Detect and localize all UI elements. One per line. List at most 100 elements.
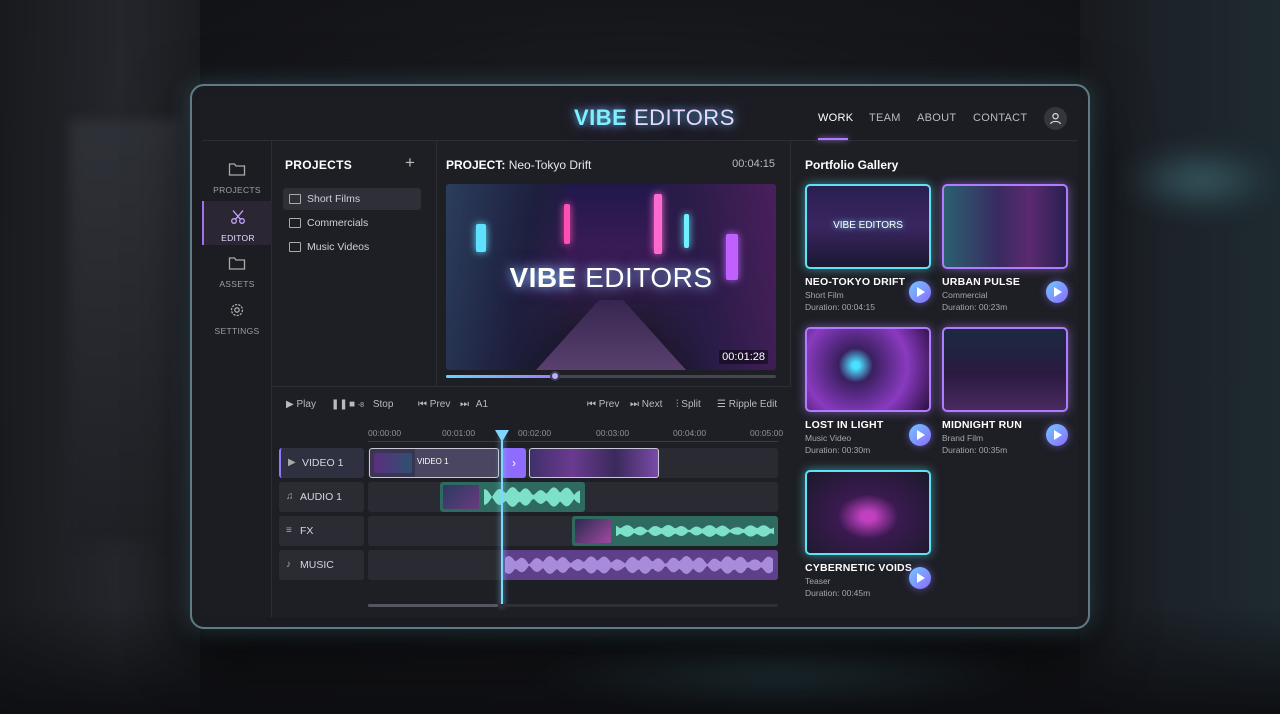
card-play-button[interactable] — [909, 281, 931, 303]
skip-back-icon: ⏮ — [418, 399, 427, 410]
skip-forward-icon: ⏭ — [630, 399, 639, 410]
stop-button[interactable]: ■ -8 Stop — [349, 399, 393, 410]
prev-button[interactable]: ⏮ Prev — [418, 399, 450, 410]
card-duration: Duration: 00:23m — [942, 302, 1008, 312]
card-thumbnail[interactable] — [805, 470, 931, 555]
card-duration: Duration: 00:45m — [805, 588, 871, 598]
project-item-label: Music Videos — [307, 241, 370, 253]
rail-label: EDITOR — [221, 233, 255, 243]
fx-waveform — [616, 525, 774, 537]
ruler-line — [368, 441, 778, 442]
play-button[interactable]: ▶ Play — [286, 399, 316, 410]
prev-clip-label: Prev — [598, 399, 620, 410]
ruler-tick-label: 00:00:00 — [368, 428, 402, 438]
track-label-audio-1[interactable]: ♫ AUDIO 1 — [279, 482, 364, 512]
audio-clip[interactable] — [440, 482, 585, 512]
user-icon — [1050, 112, 1061, 125]
card-thumbnail[interactable]: VIBE EDITORS — [805, 184, 931, 269]
user-avatar[interactable] — [1044, 107, 1067, 130]
card-play-button[interactable] — [909, 424, 931, 446]
top-bar: VIBE EDITORS WORK TEAM ABOUT CONTACT — [202, 96, 1078, 141]
ripple-edit-button[interactable]: ☰ Ripple Edit — [717, 399, 777, 410]
project-item-commercials[interactable]: Commercials — [283, 212, 421, 234]
brand-light: EDITORS — [633, 105, 735, 130]
project-item-short-films[interactable]: Short Films — [283, 188, 421, 210]
rail-label: SETTINGS — [214, 326, 260, 336]
next-clip-button[interactable]: ⏭ Next — [630, 399, 662, 410]
rail-item-editor[interactable]: EDITOR — [202, 201, 272, 245]
play-icon: ▶ — [286, 399, 294, 410]
rail-item-settings[interactable]: SETTINGS — [202, 294, 272, 338]
play-icon — [917, 573, 925, 583]
card-play-button[interactable] — [1046, 424, 1068, 446]
overlay-light: EDITORS — [585, 262, 713, 293]
next-clip-label: Next — [641, 399, 663, 410]
card-play-button[interactable] — [1046, 281, 1068, 303]
pause-button[interactable]: ❚❚ — [331, 399, 348, 410]
card-thumbnail[interactable] — [942, 327, 1068, 412]
card-thumbnail[interactable] — [805, 327, 931, 412]
card-thumbnail[interactable] — [942, 184, 1068, 269]
play-icon — [917, 287, 925, 297]
stop-num: -8 — [357, 402, 365, 409]
folder-icon — [289, 242, 301, 252]
rail-label: PROJECTS — [213, 185, 261, 195]
video-overlay-title: VIBE EDITORS — [446, 262, 776, 294]
music-clip[interactable] — [501, 550, 778, 580]
skip-back-icon: ⏮ — [587, 399, 596, 410]
gallery-card-urban-pulse[interactable]: URBAN PULSE Commercial Duration: 00:23m — [942, 184, 1068, 312]
app-screen: VIBE EDITORS WORK TEAM ABOUT CONTACT PRO… — [202, 96, 1078, 617]
gallery-title: Portfolio Gallery — [805, 158, 899, 172]
folder-icon — [289, 194, 301, 204]
timeline-scrollbar[interactable] — [368, 604, 778, 607]
music-waveform — [505, 556, 773, 574]
prev-label: Prev — [429, 399, 451, 410]
nav-active-indicator — [818, 138, 848, 140]
play-icon: ▶ — [288, 457, 296, 468]
projects-title: PROJECTS — [285, 158, 353, 172]
thumb-overlay-text: VIBE EDITORS — [833, 220, 903, 231]
track-label-fx[interactable]: ≡ FX — [279, 516, 364, 546]
split-button[interactable]: ⫶ Split — [676, 399, 701, 410]
add-project-button[interactable]: + — [405, 153, 415, 173]
video-clip[interactable]: VIDEO 1 — [369, 448, 499, 478]
gallery-card-lost-in-light[interactable]: LOST IN LIGHT Music Video Duration: 00:3… — [805, 327, 931, 455]
video-scrubber[interactable] — [446, 371, 776, 381]
a1-label: A1 — [475, 399, 489, 410]
gallery-card-cybernetic-voids[interactable]: CYBERNETIC VOIDS Teaser Duration: 00:45m — [805, 470, 931, 598]
gallery-card-neo-tokyo-drift[interactable]: VIBE EDITORS NEO-TOKYO DRIFT Short Film … — [805, 184, 931, 312]
nav-work[interactable]: WORK — [818, 112, 853, 124]
play-label: Play — [296, 399, 316, 410]
ruler-tick-label: 00:01:00 — [442, 428, 476, 438]
background-door — [70, 120, 180, 540]
video-player[interactable]: VIBE EDITORS 00:01:28 — [446, 184, 776, 370]
nav-team[interactable]: TEAM — [869, 112, 901, 124]
prev-clip-button[interactable]: ⏮ Prev — [587, 399, 619, 410]
music-note-icon: ♫ — [286, 491, 294, 502]
monitor-frame: VIBE EDITORS WORK TEAM ABOUT CONTACT PRO… — [190, 84, 1090, 629]
brand-logo[interactable]: VIBE EDITORS — [574, 105, 735, 131]
gear-icon — [230, 303, 244, 317]
project-item-music-videos[interactable]: Music Videos — [283, 236, 421, 258]
scrollbar-thumb[interactable] — [368, 604, 498, 607]
playhead[interactable] — [501, 435, 503, 607]
track-label-video-1[interactable]: ▶ VIDEO 1 — [279, 448, 364, 478]
clip-thumbnail — [575, 519, 611, 543]
track-label-music[interactable]: ♪ MUSIC — [279, 550, 364, 580]
nav-about[interactable]: ABOUT — [917, 112, 956, 124]
neon-sign — [684, 214, 689, 248]
rail-item-projects[interactable]: PROJECTS — [202, 153, 272, 197]
rail-item-assets[interactable]: ASSETS — [202, 247, 272, 291]
fx-clip[interactable] — [572, 516, 778, 546]
card-play-button[interactable] — [909, 567, 931, 589]
transition-marker[interactable]: › — [502, 448, 526, 478]
scrubber-handle[interactable] — [549, 371, 560, 381]
stop-icon: ■ — [349, 399, 356, 410]
nav-contact[interactable]: CONTACT — [973, 112, 1027, 124]
chevron-right-icon: › — [512, 456, 516, 470]
a1-button[interactable]: ⏭ A1 — [460, 399, 488, 410]
audio-waveform — [484, 487, 580, 507]
video-clip[interactable] — [529, 448, 659, 478]
gallery-card-midnight-run[interactable]: MIDNIGHT RUN Brand Film Duration: 00:35m — [942, 327, 1068, 455]
left-rail: PROJECTS EDITOR ASSETS SETTINGS — [202, 141, 272, 617]
